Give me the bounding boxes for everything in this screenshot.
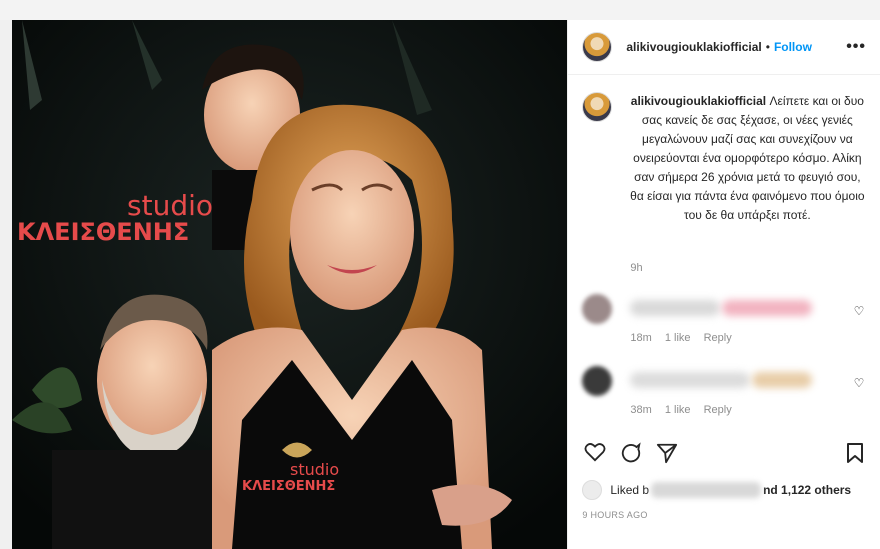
comment-blurred-text xyxy=(752,372,813,388)
share-icon[interactable] xyxy=(656,442,678,464)
profile-avatar[interactable] xyxy=(582,32,613,62)
comment-blurred-text xyxy=(722,300,813,316)
caption-timestamp[interactable]: 9h xyxy=(630,262,642,274)
comment-likes[interactable]: 1 like xyxy=(665,332,691,344)
comment-meta: 18m 1 like Reply xyxy=(630,332,741,344)
comment-blurred-username xyxy=(630,372,751,388)
caption: alikivougiouklakiofficial Λείπετε και οι… xyxy=(582,92,868,225)
photo-illustration: studio ΚΛΕΙΣΘΕΝΗΣ studio ΚΛΕΙΣΘΕΝΗΣ xyxy=(12,20,568,549)
comment-time[interactable]: 18m xyxy=(630,332,651,344)
follow-button[interactable]: Follow xyxy=(774,40,812,54)
post-header: alikivougiouklakiofficial • Follow ••• xyxy=(568,20,880,75)
studio-sign-name: ΚΛΕΙΣΘΕΝΗΣ xyxy=(17,218,189,246)
separator-dot: • xyxy=(765,40,770,54)
comment-time[interactable]: 38m xyxy=(630,404,651,416)
liked-by-prefix: Liked b xyxy=(610,483,650,497)
caption-username[interactable]: alikivougiouklakiofficial xyxy=(631,94,766,108)
comment-likes[interactable]: 1 like xyxy=(665,404,691,416)
comment-item: ♡ 38m 1 like Reply xyxy=(582,366,872,426)
post-image[interactable]: studio ΚΛΕΙΣΘΕΝΗΣ studio ΚΛΕΙΣΘΕΝΗΣ xyxy=(12,20,568,549)
comment-avatar[interactable] xyxy=(582,294,613,324)
dress-logo-name: ΚΛΕΙΣΘΕΝΗΣ xyxy=(242,479,335,494)
bookmark-icon[interactable] xyxy=(846,442,864,464)
comment-blurred-username xyxy=(630,300,721,316)
heart-icon[interactable] xyxy=(584,442,606,462)
comment-meta: 38m 1 like Reply xyxy=(630,404,741,416)
liked-by-suffix[interactable]: nd 1,122 others xyxy=(763,483,851,497)
action-bar xyxy=(582,442,870,466)
comment-avatar[interactable] xyxy=(582,366,613,396)
comment-icon[interactable] xyxy=(620,442,642,464)
post-side-panel: alikivougiouklakiofficial • Follow ••• a… xyxy=(567,20,880,549)
comment-item: ♡ 18m 1 like Reply xyxy=(582,294,872,354)
more-options-icon[interactable]: ••• xyxy=(846,38,866,56)
instagram-post: studio ΚΛΕΙΣΘΕΝΗΣ studio ΚΛΕΙΣΘΕΝΗΣ alik… xyxy=(12,20,880,549)
caption-text: Λείπετε και οι δυο σας κανείς δε σας ξέχ… xyxy=(630,94,865,222)
dress-logo-word: studio xyxy=(290,460,339,479)
comment-reply-button[interactable]: Reply xyxy=(704,332,732,344)
comment-like-heart-icon[interactable]: ♡ xyxy=(854,304,865,318)
comment-reply-button[interactable]: Reply xyxy=(704,404,732,416)
likes-summary: Liked b nd 1,122 others xyxy=(582,480,872,500)
posted-time[interactable]: 9 HOURS AGO xyxy=(582,510,647,520)
browser-top-strip xyxy=(0,0,880,20)
liker-name-blurred xyxy=(651,482,762,498)
header-username[interactable]: alikivougiouklakiofficial xyxy=(626,40,761,54)
caption-avatar[interactable] xyxy=(582,92,613,122)
liker-avatar[interactable] xyxy=(582,480,603,500)
comment-like-heart-icon[interactable]: ♡ xyxy=(854,376,865,390)
caption-body: alikivougiouklakiofficial Λείπετε και οι… xyxy=(628,92,866,225)
